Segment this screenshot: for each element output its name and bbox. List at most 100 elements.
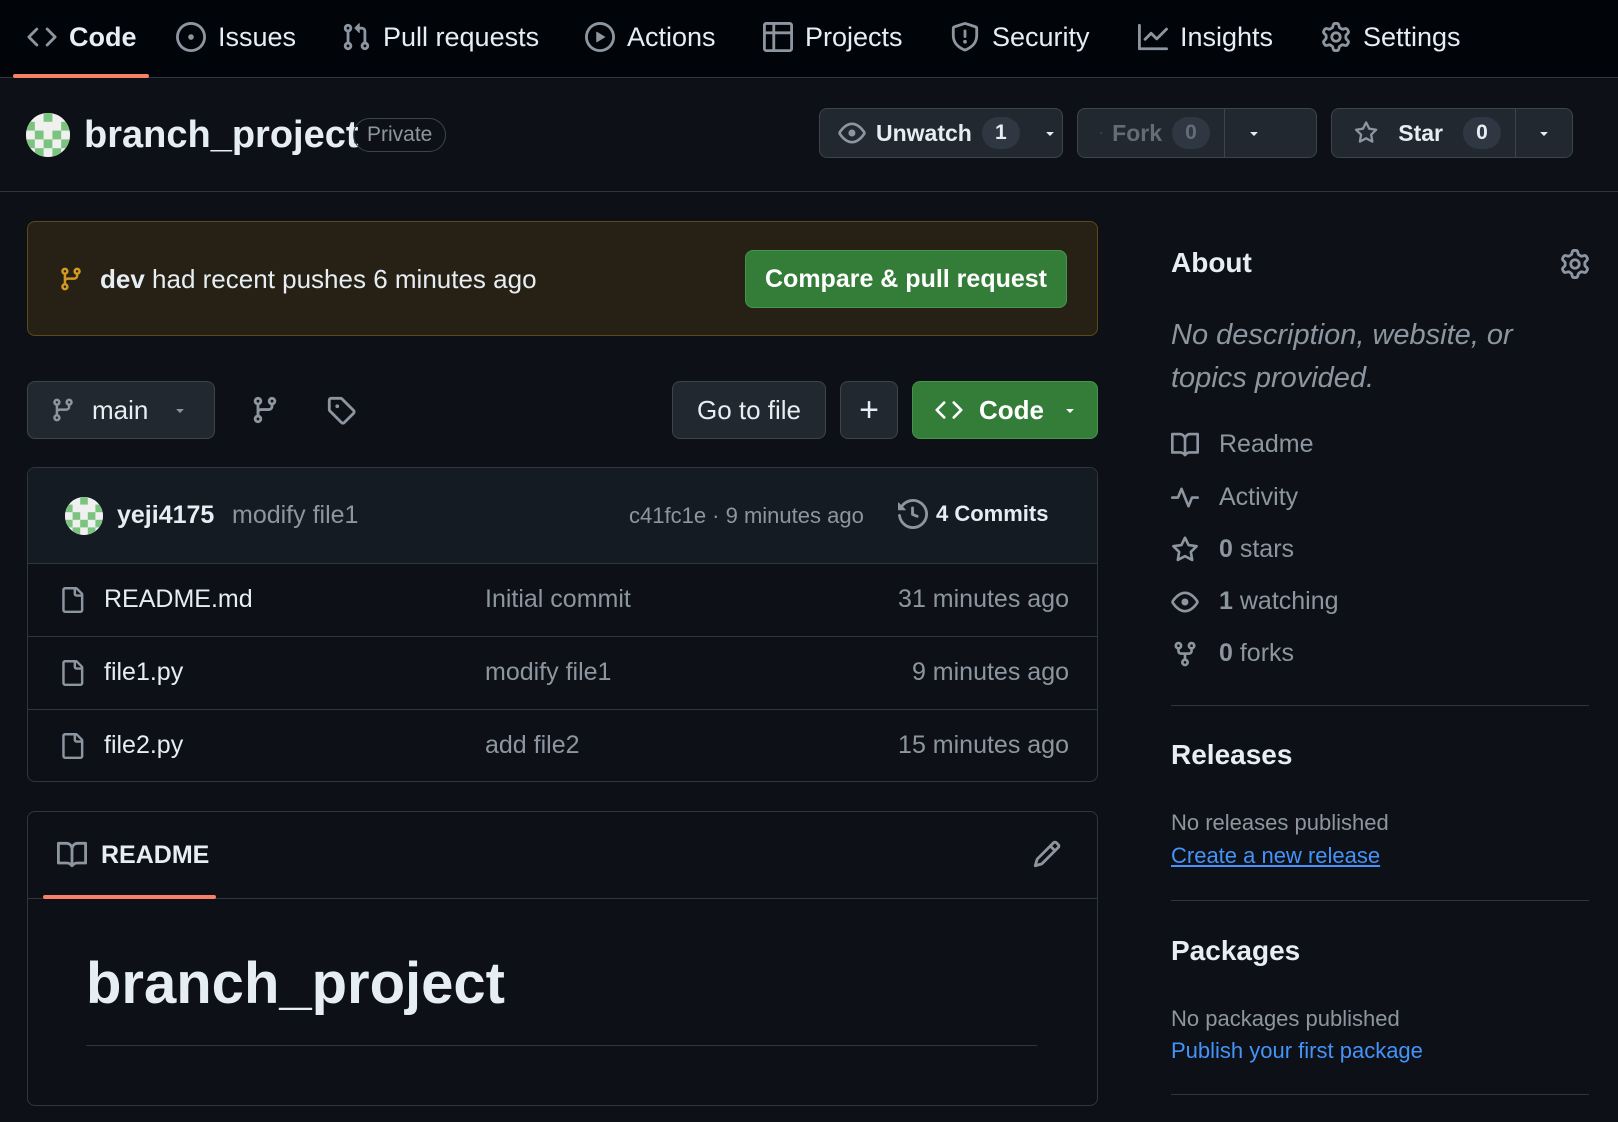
triangle-down-icon xyxy=(1066,409,1074,413)
eye-icon xyxy=(838,122,866,144)
watchers-link[interactable]: 1 watching xyxy=(1171,587,1339,616)
fork-button[interactable]: Fork 0 xyxy=(1078,109,1224,157)
releases-title[interactable]: Releases xyxy=(1171,739,1292,771)
tag-icon xyxy=(327,396,356,425)
unwatch-button[interactable]: Unwatch 1 xyxy=(820,109,1038,157)
fork-counter: 0 xyxy=(1172,117,1210,149)
identicon-icon xyxy=(65,497,103,535)
readme-link-label: Readme xyxy=(1219,430,1314,458)
repo-nav: Code Issues Pull requests Actions Projec… xyxy=(0,0,1618,78)
readme-tab[interactable]: README xyxy=(57,840,209,870)
publish-package-link[interactable]: Publish your first package xyxy=(1171,1038,1423,1064)
recent-push-text: dev had recent pushes 6 minutes ago xyxy=(100,264,537,295)
readme-heading-rule xyxy=(86,1045,1037,1046)
file-row[interactable]: file1.py modify file1 9 minutes ago xyxy=(28,636,1097,710)
tab-issues[interactable]: Issues xyxy=(176,0,296,74)
watching-count: 1 xyxy=(1219,587,1233,615)
file-commit-message[interactable]: Initial commit xyxy=(485,585,631,614)
forks-count: 0 xyxy=(1219,639,1233,667)
star-icon xyxy=(1354,121,1378,143)
tab-label: Pull requests xyxy=(383,21,540,52)
branch-selector[interactable]: main xyxy=(27,381,215,439)
star-counter: 0 xyxy=(1463,117,1501,149)
code-icon xyxy=(935,401,963,419)
commits-link[interactable]: 4 Commits xyxy=(898,499,1048,529)
file-icon xyxy=(62,587,84,613)
add-file-button[interactable]: + xyxy=(840,381,898,439)
fork-label: Fork xyxy=(1112,119,1162,146)
file-name[interactable]: file2.py xyxy=(104,731,183,760)
file-icon xyxy=(62,660,84,686)
book-icon xyxy=(1171,432,1199,456)
commit-author[interactable]: yeji4175 xyxy=(117,501,214,530)
stars-label: stars xyxy=(1239,535,1295,563)
star-button[interactable]: Star 0 xyxy=(1332,109,1515,157)
branches-link[interactable] xyxy=(250,395,280,425)
fork-dropdown[interactable] xyxy=(1224,109,1283,157)
pencil-icon[interactable] xyxy=(1032,839,1062,869)
packages-empty-text: No packages published xyxy=(1171,1006,1400,1031)
repo-name[interactable]: branch_project xyxy=(84,114,359,157)
repo-owner-avatar[interactable] xyxy=(26,113,70,157)
recent-push-banner: dev had recent pushes 6 minutes ago Comp… xyxy=(27,221,1098,336)
graph-icon xyxy=(1138,23,1168,51)
code-button-label: Code xyxy=(979,394,1044,425)
create-release-link[interactable]: Create a new release xyxy=(1171,843,1380,869)
file-commit-message[interactable]: add file2 xyxy=(485,731,580,760)
file-row[interactable]: README.md Initial commit 31 minutes ago xyxy=(28,563,1097,637)
file-row[interactable]: file2.py add file2 15 minutes ago xyxy=(28,709,1097,781)
tab-code[interactable]: Code xyxy=(27,0,137,74)
about-title: About xyxy=(1171,247,1252,278)
tab-label: Issues xyxy=(218,21,297,52)
triangle-down-icon xyxy=(1250,132,1258,136)
sidebar-divider xyxy=(1171,1094,1589,1095)
readme-header: README xyxy=(28,812,1097,899)
tags-link[interactable] xyxy=(326,395,356,425)
tab-label: Code xyxy=(69,21,137,52)
forks-link[interactable]: 0 forks xyxy=(1171,639,1294,668)
tab-insights[interactable]: Insights xyxy=(1138,0,1273,74)
pushed-branch-name[interactable]: dev xyxy=(100,264,145,294)
file-name[interactable]: file1.py xyxy=(104,658,183,687)
tab-actions[interactable]: Actions xyxy=(585,0,716,74)
activity-link-label: Activity xyxy=(1219,483,1299,511)
tab-projects[interactable]: Projects xyxy=(763,0,903,74)
commit-sha-time[interactable]: c41fc1e · 9 minutes ago xyxy=(629,503,864,529)
compare-pull-request-button[interactable]: Compare & pull request xyxy=(745,250,1067,308)
file-icon xyxy=(62,733,84,759)
readme-link[interactable]: Readme xyxy=(1171,430,1314,459)
commit-message[interactable]: modify file1 xyxy=(232,501,358,530)
file-commit-time: 15 minutes ago xyxy=(898,731,1069,759)
pull-request-icon xyxy=(343,23,370,51)
tab-label: Projects xyxy=(805,21,903,52)
tab-security[interactable]: Security xyxy=(950,0,1090,74)
tab-settings[interactable]: Settings xyxy=(1321,0,1461,74)
star-icon xyxy=(1172,535,1198,561)
packages-title[interactable]: Packages xyxy=(1171,935,1300,967)
tab-pull-requests[interactable]: Pull requests xyxy=(341,0,539,74)
file-name[interactable]: README.md xyxy=(104,585,253,614)
commit-author-avatar[interactable] xyxy=(65,497,103,535)
star-label: Star xyxy=(1398,119,1443,146)
watch-dropdown[interactable] xyxy=(1038,109,1062,157)
visibility-badge: Private xyxy=(353,118,447,152)
code-button[interactable]: Code xyxy=(912,381,1098,439)
star-dropdown[interactable] xyxy=(1515,109,1572,157)
file-commit-time: 9 minutes ago xyxy=(911,658,1069,686)
file-table: yeji4175 modify file1 c41fc1e · 9 minute… xyxy=(27,467,1098,782)
file-commit-message[interactable]: modify file1 xyxy=(485,658,611,687)
star-button-group: Star 0 xyxy=(1331,108,1573,158)
fork-button-group: Fork 0 xyxy=(1077,108,1317,158)
sidebar-divider xyxy=(1171,705,1589,706)
go-to-file-button[interactable]: Go to file xyxy=(672,381,826,439)
watching-label: watching xyxy=(1239,587,1339,615)
latest-commit-bar: yeji4175 modify file1 c41fc1e · 9 minute… xyxy=(28,468,1097,564)
gear-icon[interactable] xyxy=(1560,249,1590,279)
code-icon xyxy=(27,27,57,47)
activity-link[interactable]: Activity xyxy=(1171,483,1298,512)
stars-count: 0 xyxy=(1219,535,1233,563)
identicon-icon xyxy=(26,113,70,157)
issue-icon xyxy=(176,22,206,52)
stars-link[interactable]: 0 stars xyxy=(1171,535,1294,564)
gear-icon xyxy=(1322,22,1350,52)
